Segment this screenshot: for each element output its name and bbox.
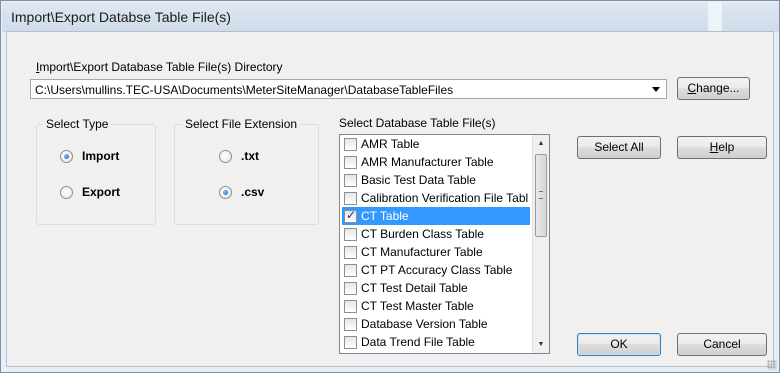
table-files-label: Select Database Table File(s) xyxy=(339,116,496,130)
list-item[interactable]: CT Test Detail Table xyxy=(342,279,530,297)
list-item[interactable]: Calibration Verification File Tabl xyxy=(342,189,530,207)
export-radio-label[interactable]: Export xyxy=(82,185,120,199)
list-item[interactable]: Data Trend File Table xyxy=(342,333,530,351)
scroll-down-arrow-icon[interactable]: ▼ xyxy=(533,336,549,353)
resize-grip-icon[interactable] xyxy=(767,360,777,370)
title-bar-highlight xyxy=(708,2,722,32)
list-item[interactable]: CT Burden Class Table xyxy=(342,225,530,243)
list-item[interactable]: CT PT Accuracy Class Table xyxy=(342,261,530,279)
checkbox-icon[interactable] xyxy=(344,300,357,313)
list-item[interactable]: AMR Table xyxy=(342,135,530,153)
list-item-label: AMR Table xyxy=(361,137,420,151)
checkbox-icon[interactable] xyxy=(344,264,357,277)
help-button-label: elp xyxy=(718,140,735,154)
checkbox-icon[interactable] xyxy=(344,174,357,187)
checkbox-icon[interactable] xyxy=(344,138,357,151)
checkbox-icon[interactable] xyxy=(344,192,357,205)
csv-radio-label[interactable]: .csv xyxy=(241,185,264,199)
directory-label: Import\Export Database Table File(s) Dir… xyxy=(36,60,283,74)
list-item-label: CT PT Accuracy Class Table xyxy=(361,263,513,277)
csv-radio[interactable] xyxy=(219,186,232,199)
chevron-down-icon[interactable] xyxy=(652,87,660,92)
change-button-mnemonic: C xyxy=(687,81,697,95)
list-item-label: CT Test Detail Table xyxy=(361,281,468,295)
txt-radio[interactable] xyxy=(219,150,232,163)
import-radio[interactable] xyxy=(60,150,73,163)
select-type-title: Select Type xyxy=(43,117,112,131)
list-item-label: AMR Manufacturer Table xyxy=(361,155,494,169)
cancel-button[interactable]: Cancel xyxy=(677,333,767,356)
change-button[interactable]: Change... xyxy=(677,77,750,100)
list-item-label: Calibration Verification File Tabl xyxy=(361,191,529,205)
list-item[interactable]: CT Manufacturer Table xyxy=(342,243,530,261)
checkbox-icon[interactable] xyxy=(344,156,357,169)
select-all-button[interactable]: Select All xyxy=(577,136,661,159)
window-title: Import\Export Databse Table File(s) xyxy=(11,9,231,25)
directory-path-combobox[interactable]: C:\Users\mullins.TEC-USA\Documents\Meter… xyxy=(30,79,667,99)
checkbox-icon[interactable] xyxy=(344,336,357,349)
title-bar[interactable]: Import\Export Databse Table File(s) xyxy=(2,2,779,32)
directory-label-text: mport\Export Database Table File(s) Dire… xyxy=(39,60,283,74)
directory-path-value: C:\Users\mullins.TEC-USA\Documents\Meter… xyxy=(35,83,454,97)
scroll-up-arrow-icon[interactable]: ▲ xyxy=(533,135,549,152)
checkbox-icon[interactable] xyxy=(344,246,357,259)
scrollbar-thumb[interactable] xyxy=(535,154,547,237)
checkbox-icon[interactable] xyxy=(344,318,357,331)
list-item[interactable]: Basic Test Data Table xyxy=(342,171,530,189)
list-item-label: CT Test Master Table xyxy=(361,299,474,313)
list-item[interactable]: AMR Manufacturer Table xyxy=(342,153,530,171)
list-item[interactable]: CT Test Master Table xyxy=(342,297,530,315)
list-item[interactable]: Database Version Table xyxy=(342,315,530,333)
checkbox-icon[interactable] xyxy=(344,282,357,295)
listbox-scrollbar[interactable]: ▲ ▼ xyxy=(532,135,549,353)
checkbox-checked-icon[interactable] xyxy=(344,208,357,223)
list-item-label: Database Version Table xyxy=(361,317,488,331)
list-item-label: CT Manufacturer Table xyxy=(361,245,483,259)
export-radio[interactable] xyxy=(60,186,73,199)
table-files-listbox[interactable]: AMR Table AMR Manufacturer Table Basic T… xyxy=(339,134,550,354)
list-item-label: CT Table xyxy=(361,209,409,223)
import-radio-label[interactable]: Import xyxy=(82,149,119,163)
list-item-selected[interactable]: CT Table xyxy=(342,207,530,225)
ok-button[interactable]: OK xyxy=(577,333,661,356)
select-extension-group: Select File Extension xyxy=(174,117,319,225)
change-button-label: hange... xyxy=(696,81,740,95)
txt-radio-label[interactable]: .txt xyxy=(241,149,259,163)
help-button[interactable]: Help xyxy=(677,136,767,159)
list-item-label: Data Trend File Table xyxy=(361,335,475,349)
grip-icon xyxy=(539,191,543,199)
select-extension-title: Select File Extension xyxy=(182,117,301,131)
list-item-label: CT Burden Class Table xyxy=(361,227,484,241)
select-type-group: Select Type xyxy=(36,117,156,225)
list-item-label: Basic Test Data Table xyxy=(361,173,476,187)
checkbox-icon[interactable] xyxy=(344,228,357,241)
